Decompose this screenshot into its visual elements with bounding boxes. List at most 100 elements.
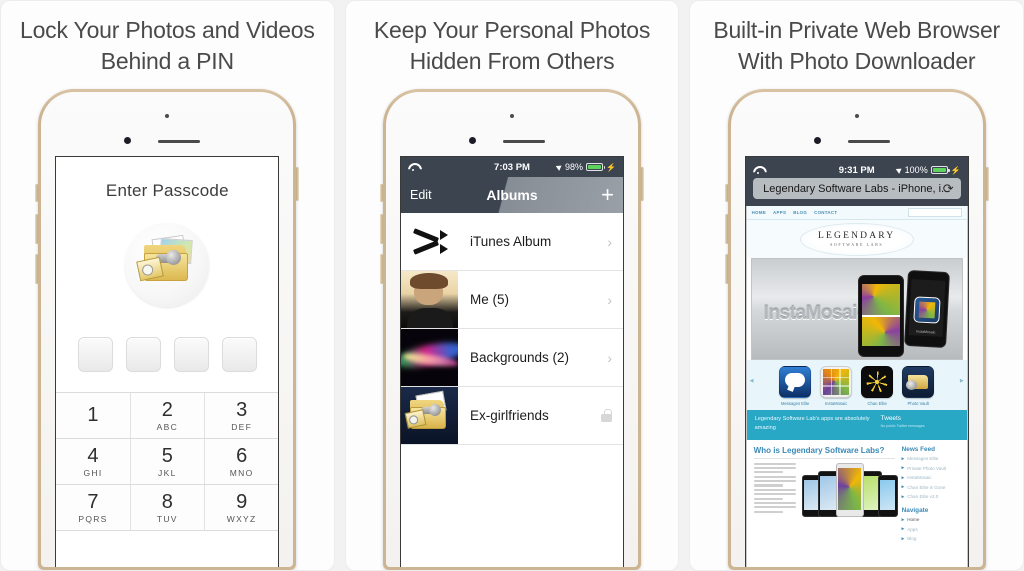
passcode-digit-box <box>221 337 257 372</box>
sidebar: News Feed ▸ Messages Elite ▸ Private Photo… <box>902 446 960 568</box>
key-number: 1 <box>87 403 99 426</box>
key-letters: GHI <box>83 467 103 478</box>
power-button <box>641 167 644 201</box>
key-number: 5 <box>161 444 173 467</box>
proximity-sensor-icon <box>124 137 132 144</box>
keypad-key-6[interactable]: 6 MNO <box>204 439 279 485</box>
passcode-dots <box>77 337 257 372</box>
key-number: 9 <box>236 490 248 513</box>
key-letters: WXYZ <box>226 513 257 524</box>
earpiece-speaker-icon <box>847 140 890 143</box>
numeric-keypad[interactable]: 1 2 ABC 3 DEF 4 GHI 5 JKL 6 MNO 7 PQRS 8… <box>56 392 279 531</box>
status-bar: 7:03 PM 98% ⚡ <box>401 157 623 177</box>
front-camera-icon <box>165 114 170 118</box>
keypad-key-7[interactable]: 7 PQRS <box>56 485 131 531</box>
status-right-group: 100% ⚡ <box>895 165 961 175</box>
apps-carousel[interactable]: ◀ ▶ Messages Elite InstaMosaic Chan Elit… <box>746 360 967 410</box>
list-item[interactable]: Ex-girlfriends <box>401 387 623 445</box>
nav-link-apps[interactable]: APPS <box>773 210 786 215</box>
news-feed-item[interactable]: ▸ Chan Elite v2.0 <box>902 494 960 500</box>
gallery-card-3[interactable]: Built-in Private Web Browser With Photo … <box>689 0 1024 571</box>
photo-vault-app-icon <box>902 366 935 398</box>
volume-down-button <box>724 254 728 284</box>
keypad-key-3[interactable]: 3 DEF <box>204 393 279 439</box>
about-main: Who is Legendary Software Labs? <box>753 446 898 568</box>
app-tile-chan-elite[interactable]: Chan Elite <box>861 366 894 406</box>
status-right-group: 98% ⚡ <box>555 162 616 172</box>
list-item[interactable]: iTunes Album › <box>401 213 623 271</box>
albums-app: 7:03 PM 98% ⚡ Edit Albums + iTunes Album… <box>401 157 623 567</box>
add-album-button[interactable]: + <box>601 184 614 206</box>
news-feed-item[interactable]: ▸ InstaMosaic <box>902 475 960 481</box>
phone-fan-image <box>800 462 898 519</box>
front-camera-icon <box>510 114 514 118</box>
keypad-key-5[interactable]: 5 JKL <box>130 439 205 485</box>
passcode-digit-box <box>77 337 113 372</box>
keypad-key-8[interactable]: 8 TUV <box>130 485 205 531</box>
album-name: iTunes Album <box>470 234 552 249</box>
iphone-mockup-3: 9:31 PM 100% ⚡ Legendary Software Labs -… <box>724 89 989 570</box>
keypad-key-2[interactable]: 2 ABC <box>130 393 205 439</box>
about-heading: Who is Legendary Software Labs? <box>753 446 895 459</box>
carousel-prev-icon[interactable]: ◀ <box>750 378 754 384</box>
nav-title: Albums <box>486 187 538 203</box>
news-feed-item[interactable]: ▸ Messages Elite <box>902 456 960 462</box>
phone-screen-2: 7:03 PM 98% ⚡ Edit Albums + iTunes Album… <box>400 156 624 567</box>
phone-screen-3: 9:31 PM 100% ⚡ Legendary Software Labs -… <box>744 156 969 568</box>
navigate-item-label: Apps <box>907 526 918 532</box>
mute-switch <box>380 184 383 202</box>
app-label: Chan Elite <box>867 400 887 406</box>
nav-link-blog[interactable]: BLOG <box>793 210 807 215</box>
charging-bolt-icon: ⚡ <box>950 165 961 175</box>
keypad-key-4[interactable]: 4 GHI <box>56 439 131 485</box>
list-item[interactable]: Me (5) › <box>401 271 623 329</box>
album-thumbnail <box>401 271 458 328</box>
power-button <box>296 167 300 201</box>
hero-caption: InstaMosaic <box>915 329 936 335</box>
battery-icon <box>930 166 950 174</box>
news-feed-item[interactable]: ▸ Private Photo Vault <box>902 465 960 471</box>
web-content[interactable]: HOME APPS BLOG CONTACT LEGENDARY SOFTWAR… <box>745 206 968 568</box>
url-input[interactable]: Legendary Software Labs - iPhone, i... ⟳ <box>752 178 961 199</box>
nav-link-contact[interactable]: CONTACT <box>814 210 837 215</box>
navigate-item[interactable]: ▸ Blog <box>902 536 960 542</box>
tweets-widget: Tweets No public Twitter messages <box>881 415 959 435</box>
gallery-card-1[interactable]: Lock Your Photos and Videos Behind a PIN… <box>0 0 335 571</box>
site-search-input[interactable] <box>907 208 962 217</box>
news-item-label: Chan Elite is Gone <box>907 484 946 490</box>
navigate-item-label: Blog <box>907 536 917 541</box>
hero-banner[interactable]: InstaMosaic InstaMosaic <box>750 258 963 360</box>
key-letters: DEF <box>231 421 253 432</box>
app-tile-messages-elite[interactable]: Messages Elite <box>779 366 812 406</box>
list-item[interactable]: Backgrounds (2) › <box>401 329 623 387</box>
phone-front-face: Enter Passcode 1 2 ABC 3 DEF 4 GHI 5 JKL… <box>41 92 294 567</box>
location-arrow-icon <box>895 166 903 174</box>
app-tile-instamosaic[interactable]: InstaMosaic <box>820 366 853 406</box>
album-list[interactable]: iTunes Album › Me (5) › Backgrounds (2) <box>401 213 623 567</box>
mute-switch <box>35 184 39 202</box>
key-letters: JKL <box>158 467 177 478</box>
proximity-sensor-icon <box>469 137 476 144</box>
passcode-prompt: Enter Passcode <box>105 181 229 200</box>
navigate-item[interactable]: ▸ Home <box>902 517 960 523</box>
navigate-item[interactable]: ▸ Apps <box>902 526 960 532</box>
carousel-next-icon[interactable]: ▶ <box>960 378 964 384</box>
website-nav[interactable]: HOME APPS BLOG CONTACT <box>746 206 967 220</box>
news-item-label: Private Photo Vault <box>907 465 947 471</box>
phone-front-face: 7:03 PM 98% ⚡ Edit Albums + iTunes Album… <box>386 92 638 567</box>
nav-link-home[interactable]: HOME <box>752 210 766 215</box>
keypad-key-9[interactable]: 9 WXYZ <box>204 485 279 531</box>
instamosaic-app-icon <box>820 366 853 398</box>
proximity-sensor-icon <box>813 137 821 144</box>
battery-percent: 100% <box>904 165 928 175</box>
album-name: Ex-girlfriends <box>470 408 549 423</box>
keypad-key-1[interactable]: 1 <box>56 393 131 439</box>
volume-down-button <box>380 254 383 284</box>
reload-icon[interactable]: ⟳ <box>943 181 954 197</box>
gallery-card-2[interactable]: Keep Your Personal Photos Hidden From Ot… <box>344 0 680 571</box>
key-number: 3 <box>236 398 248 421</box>
chevron-right-icon: › <box>607 349 612 366</box>
news-feed-item[interactable]: ▸ Chan Elite is Gone <box>902 484 960 490</box>
app-tile-photo-vault[interactable]: Photo Vault <box>902 366 935 406</box>
keypad-row: 1 2 ABC 3 DEF <box>56 393 279 439</box>
